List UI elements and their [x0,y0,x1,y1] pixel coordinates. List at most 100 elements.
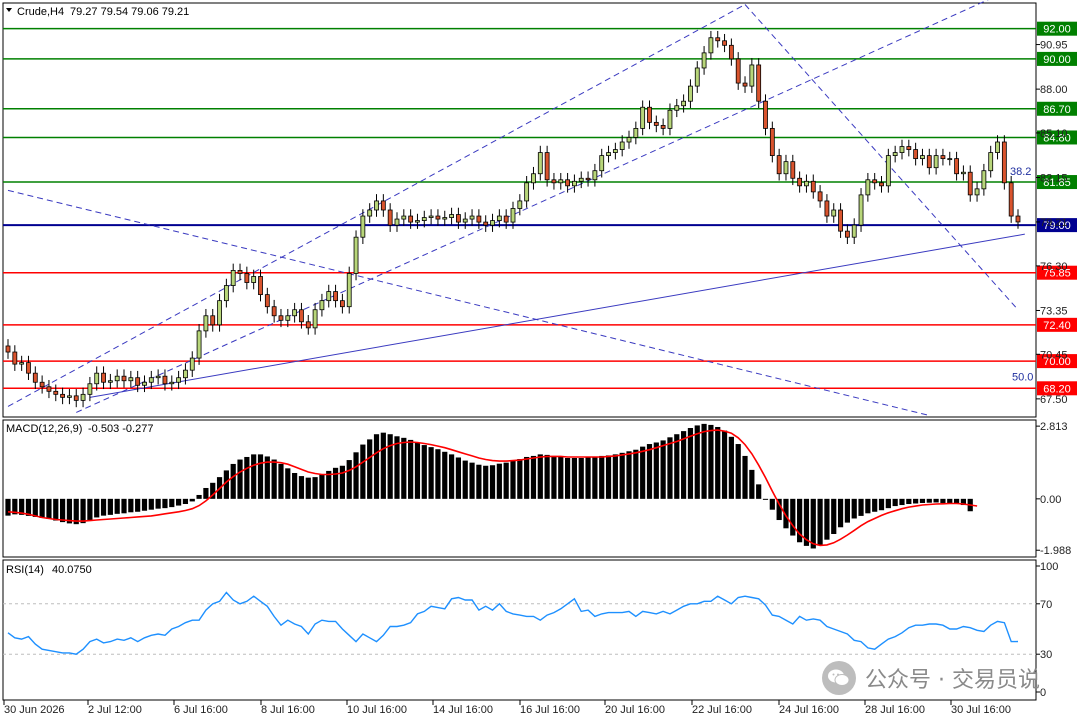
macd-histogram-bar [169,498,175,508]
candle-body [387,209,393,226]
candle-body [954,158,959,175]
candle-body [278,315,284,321]
candle-body [264,294,270,308]
macd-histogram-bar [189,498,195,502]
x-tick-label: 6 Jul 16:00 [174,704,228,716]
macd-histogram-bar [524,456,530,499]
candle-body [39,381,45,388]
candle-body [135,377,141,386]
macd-histogram-bar [114,498,120,514]
x-tick-label: 30 Jul 16:00 [951,704,1011,716]
candle-body [660,124,666,129]
macd-histogram-bar [810,498,816,549]
candle-body [210,315,216,326]
y-tick-label: 70.45 [1040,349,1068,361]
macd-histogram-bar [59,498,66,523]
candle-body [913,149,919,160]
macd-histogram-bar [455,457,462,499]
macd-histogram-bar [448,454,455,499]
trading-chart[interactable]: 92.00 90.00 86.70 84.80 81.85 79.00 75.85 72.40… [0,0,1080,720]
macd-histogram-bar [865,498,871,514]
macd-histogram-bar [462,460,468,499]
macd-histogram-bar [435,449,441,499]
macd-histogram-bar [285,468,291,499]
y-tick-label: 73.35 [1040,305,1068,317]
candle-body [114,375,120,382]
candle-body [462,218,468,223]
macd-histogram-bar [39,498,45,518]
macd-histogram-bar [428,447,434,499]
candle-body [551,179,557,184]
candle-body [885,155,891,187]
x-tick-label: 30 Jun 2026 [4,704,65,716]
macd-histogram-bar [878,498,885,511]
candle-body [681,100,687,107]
candle-body [572,180,577,187]
candle-body [305,321,311,329]
candle-body [517,200,523,209]
candle-body [810,180,816,193]
y-tick-label: 82.15 [1040,173,1068,185]
macd-histogram-bar [298,476,305,499]
macd-histogram-bar [87,498,93,521]
candle-body [688,85,693,102]
candle-body [708,37,714,54]
macd-histogram-bar [633,449,639,499]
macd-values: -0.503 -0.277 [88,423,153,435]
macd-histogram-bar [844,498,850,523]
macd-histogram-bar [667,437,673,499]
candle-body [653,121,659,126]
candle-body [920,155,925,160]
candle-body [749,64,755,87]
macd-histogram-bar [135,498,141,512]
macd-histogram-bar [257,454,264,499]
macd-histogram-bar [708,424,714,499]
macd-histogram-bar [510,460,516,499]
candle-body [53,390,59,395]
candle-body [408,215,414,223]
macd-histogram-bar [319,474,325,499]
y-tick-label: -1.988 [1040,545,1071,557]
candle-body [189,357,195,371]
candle-body [326,291,332,302]
candle-body [694,67,700,87]
macd-histogram-bar [353,452,359,499]
candle-body [899,146,905,153]
candle-body [169,381,175,385]
candle-body [831,209,837,217]
x-tick-label: 28 Jul 16:00 [865,704,925,716]
macd-histogram-bar [176,498,182,506]
x-tick-label: 16 Jul 16:00 [520,704,580,716]
candle-body [26,362,31,374]
x-tick-label: 20 Jul 16:00 [605,704,665,716]
macd-histogram-bar [599,455,605,499]
candle-body [606,152,611,157]
macd-histogram-bar [940,498,946,503]
candle-body [5,345,11,353]
macd-histogram-bar [421,445,427,499]
candle-body [271,306,277,317]
candle-body [12,351,18,365]
candle-body [60,393,65,398]
candle-body [612,149,618,153]
candle-body [728,44,734,60]
candle-body [128,377,134,382]
macd-histogram-bar [899,498,905,506]
candle-body [94,372,100,385]
macd-histogram-bar [544,454,550,499]
candle-body [804,180,809,187]
candle-body [531,173,536,184]
macd-histogram-bar [408,439,414,499]
macd-histogram-bar [537,454,543,499]
candle-body [32,372,38,383]
macd-histogram-bar [121,498,127,514]
macd-histogram-bar [551,455,557,499]
macd-histogram-bar [80,498,86,524]
y-tick-label: 0.00 [1040,494,1061,506]
candle-body [46,386,52,392]
candle-body [449,214,454,218]
candle-body [892,152,898,157]
candle-body [421,217,427,221]
candle-body [1015,215,1021,223]
macd-histogram-bar [503,462,509,499]
